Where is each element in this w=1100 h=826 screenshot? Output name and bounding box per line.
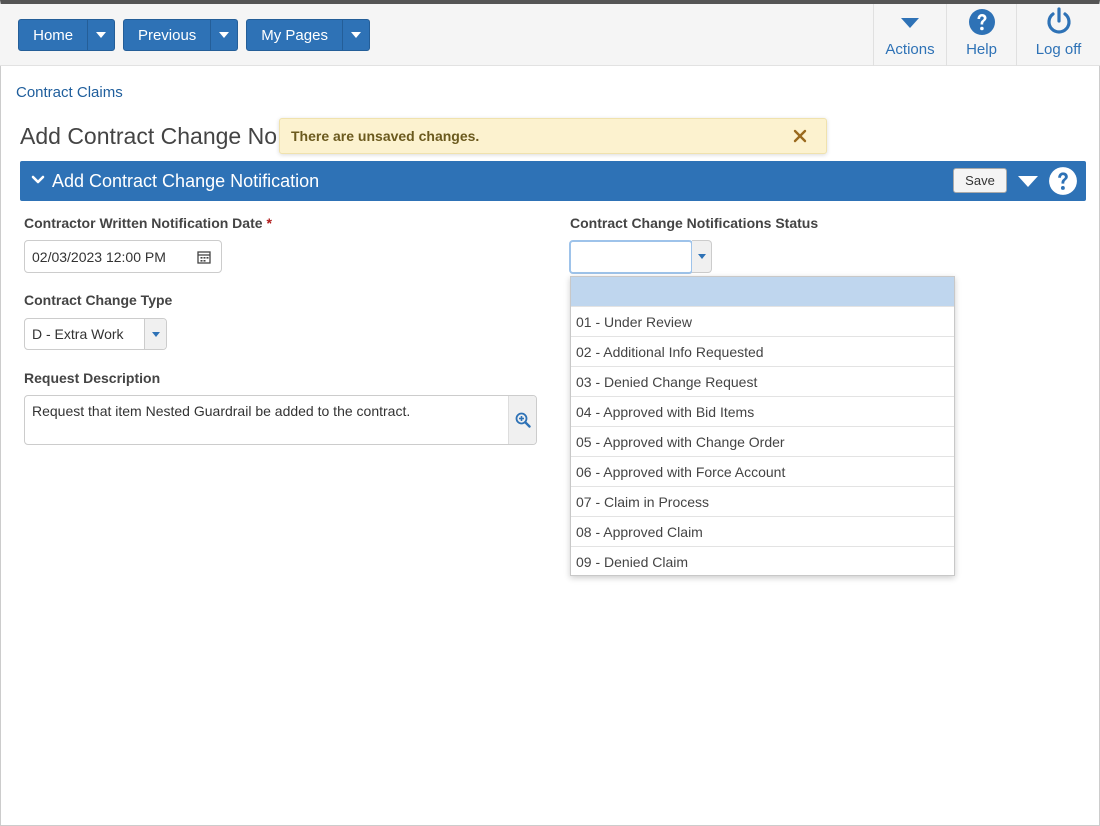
collapse-chevron-icon[interactable] <box>31 173 45 191</box>
status-option[interactable]: 06 - Approved with Force Account <box>571 457 954 487</box>
actions-label[interactable]: Actions <box>885 41 934 58</box>
top-navigation: Home Previous My Pages Actions Help Log … <box>0 4 1100 66</box>
help-icon <box>968 4 996 40</box>
section-header: Add Contract Change Notification Save <box>20 161 1086 201</box>
power-icon <box>1045 4 1073 40</box>
notification-date-value[interactable]: 02/03/2023 12:00 PM <box>32 249 166 265</box>
breadcrumb-contract-claims[interactable]: Contract Claims <box>16 84 123 101</box>
status-option[interactable]: 04 - Approved with Bid Items <box>571 397 954 427</box>
my-pages-label[interactable]: My Pages <box>247 20 342 50</box>
status-option[interactable]: 03 - Denied Change Request <box>571 367 954 397</box>
required-indicator: * <box>266 215 272 231</box>
help-button[interactable]: Help <box>946 4 1016 66</box>
notification-date-label: Contractor Written Notification Date * <box>24 215 272 231</box>
notification-date-label-text: Contractor Written Notification Date <box>24 215 263 231</box>
status-option[interactable]: 01 - Under Review <box>571 307 954 337</box>
log-off-label[interactable]: Log off <box>1036 41 1082 58</box>
status-dropdown-button[interactable] <box>692 240 712 273</box>
status-option[interactable]: 02 - Additional Info Requested <box>571 337 954 367</box>
chevron-down-icon <box>151 331 160 337</box>
previous-label[interactable]: Previous <box>124 20 210 50</box>
home-label[interactable]: Home <box>19 20 87 50</box>
chevron-down-icon <box>96 32 107 38</box>
status-label: Contract Change Notifications Status <box>570 215 819 231</box>
previous-button[interactable]: Previous <box>123 19 238 51</box>
toast-message: There are unsaved changes. <box>291 128 480 144</box>
change-type-label: Contract Change Type <box>24 292 173 308</box>
status-option[interactable]: 08 - Approved Claim <box>571 517 954 547</box>
status-option[interactable]: 07 - Claim in Process <box>571 487 954 517</box>
actions-button[interactable]: Actions <box>873 4 946 66</box>
chevron-down-icon <box>351 32 362 38</box>
zoom-in-icon[interactable] <box>508 396 536 444</box>
log-off-button[interactable]: Log off <box>1016 4 1100 66</box>
status-select-input[interactable] <box>569 240 693 274</box>
my-pages-dropdown-toggle[interactable] <box>342 20 369 50</box>
save-button[interactable]: Save <box>953 168 1007 193</box>
home-dropdown-toggle[interactable] <box>87 20 114 50</box>
status-dropdown-list: 01 - Under Review 02 - Additional Info R… <box>570 276 955 576</box>
change-type-dropdown-button[interactable] <box>144 319 166 349</box>
section-help-icon[interactable] <box>1048 166 1078 201</box>
status-option[interactable]: 05 - Approved with Change Order <box>571 427 954 457</box>
request-description-field[interactable]: Request that item Nested Guardrail be ad… <box>24 395 537 445</box>
unsaved-changes-toast: There are unsaved changes. <box>279 118 827 154</box>
previous-dropdown-toggle[interactable] <box>210 20 237 50</box>
request-description-value[interactable]: Request that item Nested Guardrail be ad… <box>32 403 410 419</box>
section-menu-icon[interactable] <box>1017 173 1039 194</box>
request-description-label: Request Description <box>24 370 161 386</box>
close-icon[interactable] <box>792 128 808 149</box>
section-title: Add Contract Change Notification <box>52 171 320 191</box>
chevron-down-icon <box>219 32 230 38</box>
status-option[interactable]: 09 - Denied Claim <box>571 547 954 577</box>
caret-down-icon <box>900 4 920 40</box>
notification-date-field[interactable]: 02/03/2023 12:00 PM <box>24 240 222 273</box>
page-title: Add Contract Change No <box>20 123 277 149</box>
change-type-select[interactable]: D - Extra Work <box>24 318 167 350</box>
status-option[interactable] <box>571 277 954 307</box>
my-pages-button[interactable]: My Pages <box>246 19 370 51</box>
change-type-value[interactable]: D - Extra Work <box>32 326 124 342</box>
help-label[interactable]: Help <box>966 41 997 58</box>
calendar-icon[interactable] <box>197 250 211 269</box>
home-button[interactable]: Home <box>18 19 115 51</box>
chevron-down-icon <box>697 254 706 259</box>
